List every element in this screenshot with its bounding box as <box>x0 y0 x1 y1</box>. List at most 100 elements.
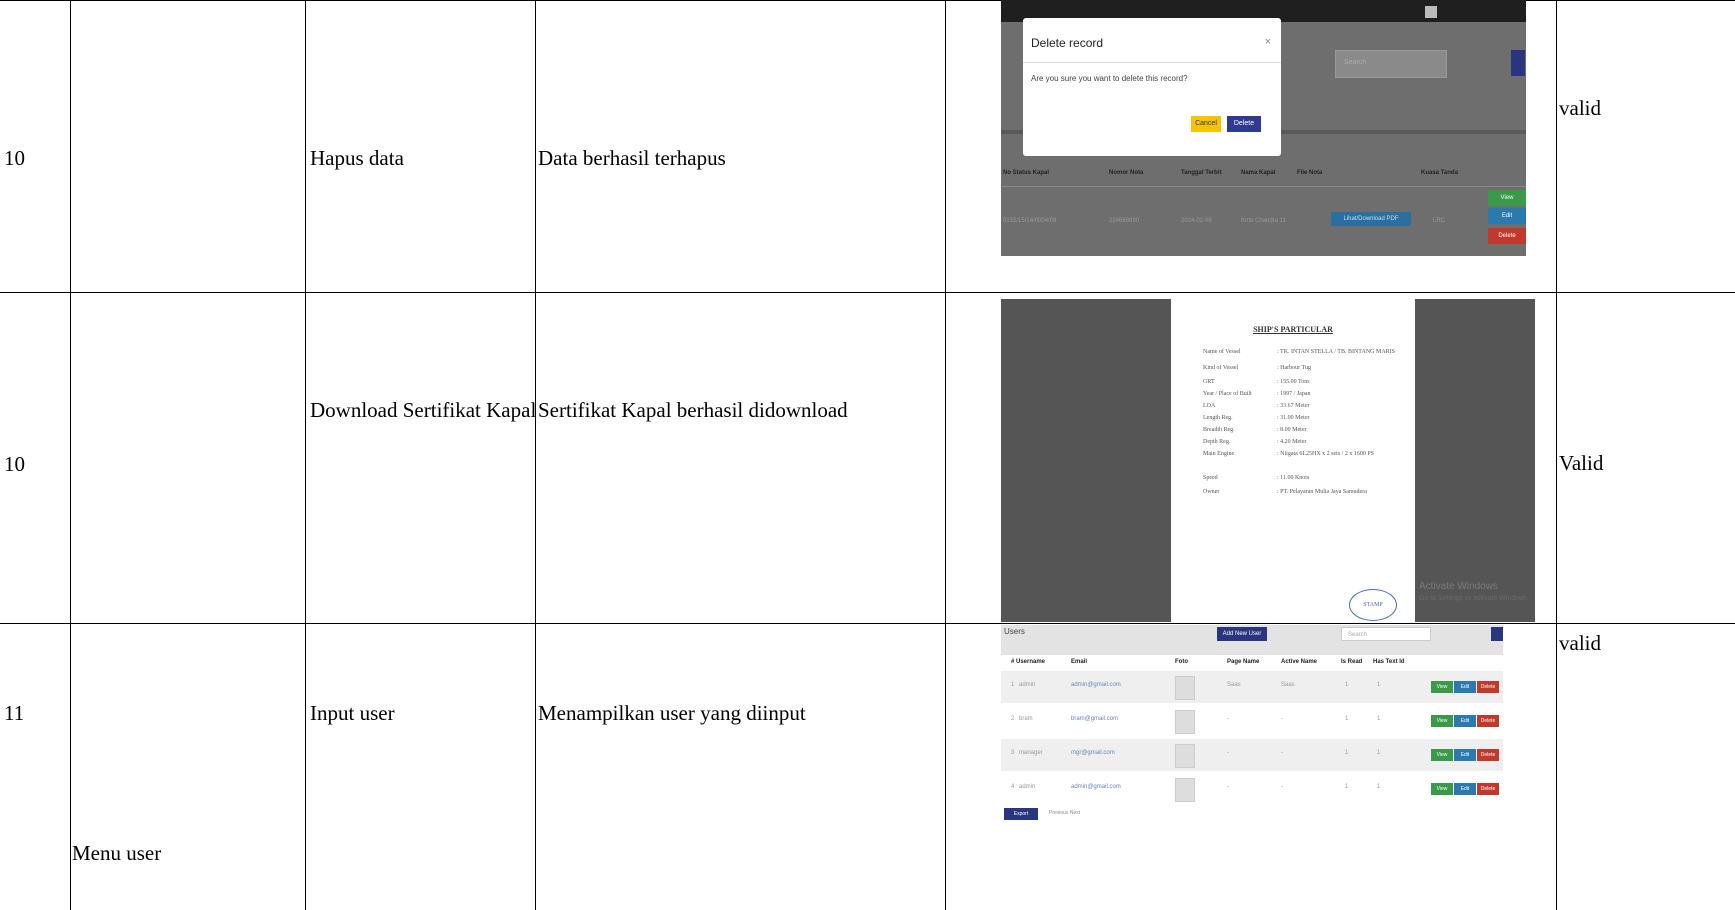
delete-button[interactable]: Delete <box>1477 749 1499 761</box>
watermark-subtitle: Go to Settings to activate Windows. <box>1419 595 1530 602</box>
cancel-button[interactable]: Cancel <box>1191 116 1221 132</box>
menu-name: Menu user <box>72 841 162 865</box>
col-divider <box>945 0 946 910</box>
field-label: Depth Reg. <box>1203 439 1231 445</box>
field-value: : PT. Pelayaran Mulia Jaya Samudera <box>1277 489 1367 495</box>
field-value: : 8.00 Meter <box>1277 427 1307 433</box>
result: valid <box>1559 631 1601 655</box>
result: valid <box>1559 96 1601 120</box>
delete-button[interactable]: Delete <box>1477 715 1499 727</box>
table-header: No Status Kapal <box>1003 170 1050 176</box>
table-cell: 1 <box>1011 682 1015 688</box>
expected-result: Menampilkan user yang diinput <box>538 701 806 725</box>
row-number: 10 <box>4 452 25 476</box>
delete-button[interactable]: Delete <box>1477 681 1499 693</box>
table-cell[interactable]: mgr@gmail.com <box>1071 750 1115 756</box>
field-label: Kind of Vessel <box>1203 365 1239 371</box>
table-row: 2 bram bram@gmail.com - - 1 1 View Edit Delete <box>1001 705 1503 737</box>
field-label: Name of Vessel <box>1203 349 1241 355</box>
table-cell: admin <box>1019 682 1036 688</box>
edit-button[interactable]: Edit <box>1454 749 1476 761</box>
table-cell[interactable]: admin@gmail.com <box>1071 784 1121 790</box>
table-cell: - <box>1227 784 1229 790</box>
delete-row-button[interactable]: Delete <box>1488 228 1526 244</box>
user-photo <box>1175 676 1195 700</box>
search-button[interactable] <box>1511 50 1525 76</box>
edit-button[interactable]: Edit <box>1454 783 1476 795</box>
column-header: Is Read <box>1341 659 1363 665</box>
table-cell[interactable]: admin@gmail.com <box>1071 682 1121 688</box>
field-label: Owner <box>1203 489 1220 495</box>
table-cell[interactable]: bram@gmail.com <box>1071 716 1118 722</box>
search-button[interactable] <box>1491 627 1503 641</box>
edit-button[interactable]: Edit <box>1454 715 1476 727</box>
table-cell: 3 <box>1011 750 1015 756</box>
table-cell: - <box>1227 750 1229 756</box>
field-value: : 11.00 Knots <box>1277 475 1310 481</box>
table-cell: 1 <box>1377 784 1381 790</box>
pagination-label[interactable]: Previous Next <box>1049 810 1080 816</box>
test-case: Download Sertifikat Kapal <box>310 398 537 422</box>
col-divider <box>305 0 306 910</box>
view-button[interactable]: View <box>1488 190 1526 206</box>
table-header: File Nota <box>1297 170 1323 176</box>
table-cell: manager <box>1019 750 1043 756</box>
column-header: Foto <box>1175 659 1188 665</box>
field-value: : 4.20 Meter <box>1277 439 1307 445</box>
table-header: Nama Kapal <box>1241 170 1276 176</box>
column-header: # Username <box>1011 659 1046 665</box>
table-cell: 1 <box>1345 750 1349 756</box>
table-cell: 1 <box>1345 716 1349 722</box>
table-cell: 1 <box>1377 682 1381 688</box>
table-header: Nomor Nota <box>1109 170 1144 176</box>
table-cell: - <box>1281 750 1283 756</box>
field-value: : Niigata 6L25HX x 2 sets / 2 x 1600 PS <box>1277 451 1374 457</box>
delete-dialog: Delete record × Are you sure you want to… <box>1023 18 1281 156</box>
test-case: Hapus data <box>310 146 404 170</box>
delete-button[interactable]: Delete <box>1227 116 1261 132</box>
users-title: Users <box>1004 627 1025 636</box>
view-button[interactable]: View <box>1431 749 1453 761</box>
row-number: 10 <box>4 146 25 170</box>
add-user-button[interactable]: Add New User <box>1217 627 1267 641</box>
field-label: Main Engine <box>1203 451 1235 457</box>
table-cell: - <box>1281 716 1283 722</box>
row-number: 11 <box>4 701 25 725</box>
edit-button[interactable]: Edit <box>1488 208 1526 224</box>
field-value: : 31.00 Meter <box>1277 415 1310 421</box>
table-cell: 1 <box>1377 716 1381 722</box>
search-input[interactable]: Search <box>1335 50 1447 78</box>
table-cell: 4 <box>1011 784 1015 790</box>
close-icon[interactable]: × <box>1265 36 1271 48</box>
edit-button[interactable]: Edit <box>1454 681 1476 693</box>
table-cell: - <box>1281 784 1283 790</box>
col-divider <box>1556 0 1557 910</box>
delete-screenshot: Search No Status Kapal Nomor Nota Tangga… <box>1001 0 1526 256</box>
stamp-icon: STAMP <box>1349 589 1397 621</box>
field-value: : Harbour Tug <box>1277 365 1312 371</box>
users-screenshot: Users Add New User Search # Username Ema… <box>1001 625 1503 829</box>
pdf-download-button[interactable]: Lihat/Download PDF <box>1331 212 1411 226</box>
table-cell: 1 <box>1377 750 1381 756</box>
search-input[interactable]: Search <box>1341 627 1431 641</box>
table-header: Tanggal Terbit <box>1181 170 1222 176</box>
view-button[interactable]: View <box>1431 715 1453 727</box>
delete-button[interactable]: Delete <box>1477 783 1499 795</box>
field-value: : 1997 / Japan <box>1277 391 1311 397</box>
table-cell: 1 <box>1345 682 1349 688</box>
divider <box>1023 62 1281 63</box>
table-row: 3 manager mgr@gmail.com - - 1 1 View Edit Delete <box>1001 739 1503 771</box>
field-label: Speed <box>1203 475 1218 481</box>
table-cell: LRC <box>1433 218 1446 224</box>
field-label: Breadth Reg. <box>1203 427 1235 433</box>
result: Valid <box>1559 451 1604 475</box>
view-button[interactable]: View <box>1431 783 1453 795</box>
test-case: Input user <box>310 701 395 725</box>
table-cell: 2024-02-08 <box>1181 218 1212 224</box>
field-value: : 33.67 Meter <box>1277 403 1310 409</box>
column-header: Email <box>1071 659 1088 665</box>
column-header: Has Text Id <box>1373 659 1405 665</box>
view-button[interactable]: View <box>1431 681 1453 693</box>
export-button[interactable]: Export <box>1004 808 1038 820</box>
dialog-title: Delete record <box>1031 36 1104 50</box>
